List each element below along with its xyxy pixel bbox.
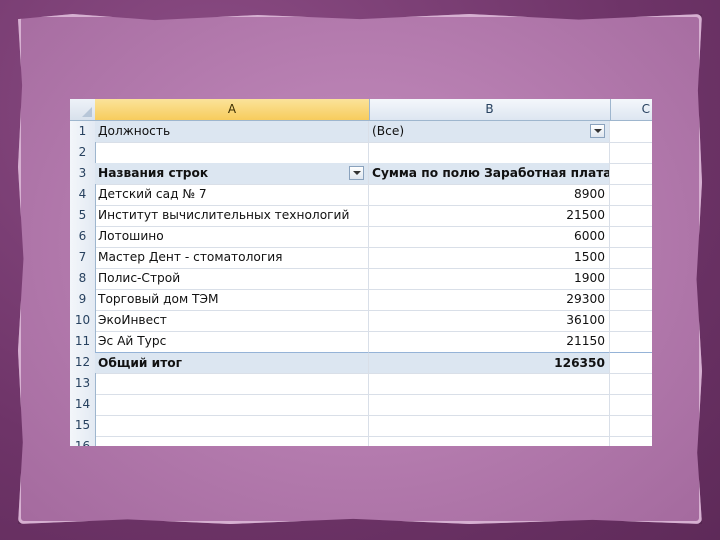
column-header-a[interactable]: A (95, 99, 370, 120)
sheet-row: 15 (70, 415, 652, 437)
spreadsheet: A B C 1 Должность (Все) 2 3 Названия стр… (70, 99, 652, 446)
table-row: 8 Полис-Строй 1900 (70, 268, 652, 290)
select-all-corner[interactable] (70, 99, 96, 120)
row-header[interactable]: 15 (70, 415, 96, 436)
cell-b[interactable] (369, 373, 610, 394)
row-label[interactable]: Эс Ай Турс (95, 331, 369, 352)
row-header[interactable]: 13 (70, 373, 96, 394)
row-header[interactable]: 1 (70, 121, 96, 142)
cell-c[interactable] (610, 184, 652, 205)
grand-total-row: 12 Общий итог 126350 (70, 352, 652, 374)
row-header[interactable]: 8 (70, 268, 96, 289)
row-value[interactable]: 21150 (369, 331, 610, 352)
row-header[interactable]: 6 (70, 226, 96, 247)
row-label[interactable]: Полис-Строй (95, 268, 369, 289)
cell-c[interactable] (610, 247, 652, 268)
cell-c[interactable] (610, 310, 652, 331)
grand-total-label[interactable]: Общий итог (95, 352, 369, 373)
cell-c[interactable] (610, 121, 652, 142)
cell-c[interactable] (610, 352, 652, 373)
row-header[interactable]: 14 (70, 394, 96, 415)
row-header[interactable]: 5 (70, 205, 96, 226)
column-header-bar: A B C (70, 99, 652, 121)
filter-dropdown-button[interactable] (590, 124, 605, 138)
cell-c[interactable] (610, 163, 652, 184)
row-value[interactable]: 36100 (369, 310, 610, 331)
pivot-rows-label: Названия строк (98, 166, 209, 180)
grand-total-value[interactable]: 126350 (369, 352, 610, 373)
table-row: 6 Лотошино 6000 (70, 226, 652, 248)
cell-c[interactable] (610, 142, 652, 163)
row-value[interactable]: 6000 (369, 226, 610, 247)
column-header-b[interactable]: B (369, 99, 611, 120)
cell-c[interactable] (610, 415, 652, 436)
cell-c[interactable] (610, 289, 652, 310)
table-row: 5 Институт вычислительных технологий 215… (70, 205, 652, 227)
row-label[interactable]: Лотошино (95, 226, 369, 247)
cell-a[interactable] (95, 436, 369, 446)
cell-c[interactable] (610, 268, 652, 289)
row-label[interactable]: Мастер Дент - стоматология (95, 247, 369, 268)
sheet-row: 14 (70, 394, 652, 416)
cell-c[interactable] (610, 394, 652, 415)
pivot-rows-header-cell[interactable]: Названия строк (95, 163, 369, 184)
cell-c[interactable] (610, 373, 652, 394)
select-all-icon (82, 107, 92, 117)
table-row: 4 Детский сад № 7 8900 (70, 184, 652, 206)
cell-b[interactable] (369, 436, 610, 446)
row-header[interactable]: 16 (70, 436, 96, 446)
row-header[interactable]: 12 (70, 352, 96, 373)
cell-b[interactable] (369, 142, 610, 163)
table-row: 11 Эс Ай Турс 21150 (70, 331, 652, 353)
row-filter-dropdown-button[interactable] (349, 166, 364, 180)
row-header[interactable]: 2 (70, 142, 96, 163)
table-row: 9 Торговый дом ТЭМ 29300 (70, 289, 652, 311)
sheet-row: 16 (70, 436, 652, 446)
cell-c[interactable] (610, 331, 652, 352)
row-header[interactable]: 7 (70, 247, 96, 268)
row-value[interactable]: 8900 (369, 184, 610, 205)
sheet-row: 1 Должность (Все) (70, 121, 652, 143)
cell-b[interactable] (369, 394, 610, 415)
chevron-down-icon (594, 129, 602, 133)
row-value[interactable]: 1500 (369, 247, 610, 268)
cell-c[interactable] (610, 226, 652, 247)
cell-a[interactable] (95, 415, 369, 436)
sheet-row: 3 Названия строк Сумма по полю Заработна… (70, 163, 652, 185)
table-row: 7 Мастер Дент - стоматология 1500 (70, 247, 652, 269)
row-value[interactable]: 21500 (369, 205, 610, 226)
row-header[interactable]: 3 (70, 163, 96, 184)
row-label[interactable]: Детский сад № 7 (95, 184, 369, 205)
cell-a[interactable] (95, 373, 369, 394)
cell-a[interactable] (95, 142, 369, 163)
filter-value-cell[interactable]: (Все) (369, 121, 610, 142)
row-label[interactable]: Институт вычислительных технологий (95, 205, 369, 226)
chevron-down-icon (353, 171, 361, 175)
cell-b[interactable] (369, 415, 610, 436)
cell-c[interactable] (610, 436, 652, 446)
row-header[interactable]: 9 (70, 289, 96, 310)
row-label[interactable]: Торговый дом ТЭМ (95, 289, 369, 310)
row-header[interactable]: 4 (70, 184, 96, 205)
filter-value: (Все) (372, 124, 405, 138)
cell-c[interactable] (610, 205, 652, 226)
row-header[interactable]: 11 (70, 331, 96, 352)
row-value[interactable]: 1900 (369, 268, 610, 289)
row-label[interactable]: ЭкоИнвест (95, 310, 369, 331)
cell-a[interactable] (95, 394, 369, 415)
row-value[interactable]: 29300 (369, 289, 610, 310)
table-row: 10 ЭкоИнвест 36100 (70, 310, 652, 332)
sheet-row: 2 (70, 142, 652, 164)
sheet-row: 13 (70, 373, 652, 395)
column-header-c[interactable]: C (610, 99, 652, 120)
filter-label[interactable]: Должность (95, 121, 369, 142)
pivot-values-header[interactable]: Сумма по полю Заработная плата (369, 163, 610, 184)
row-header[interactable]: 10 (70, 310, 96, 331)
